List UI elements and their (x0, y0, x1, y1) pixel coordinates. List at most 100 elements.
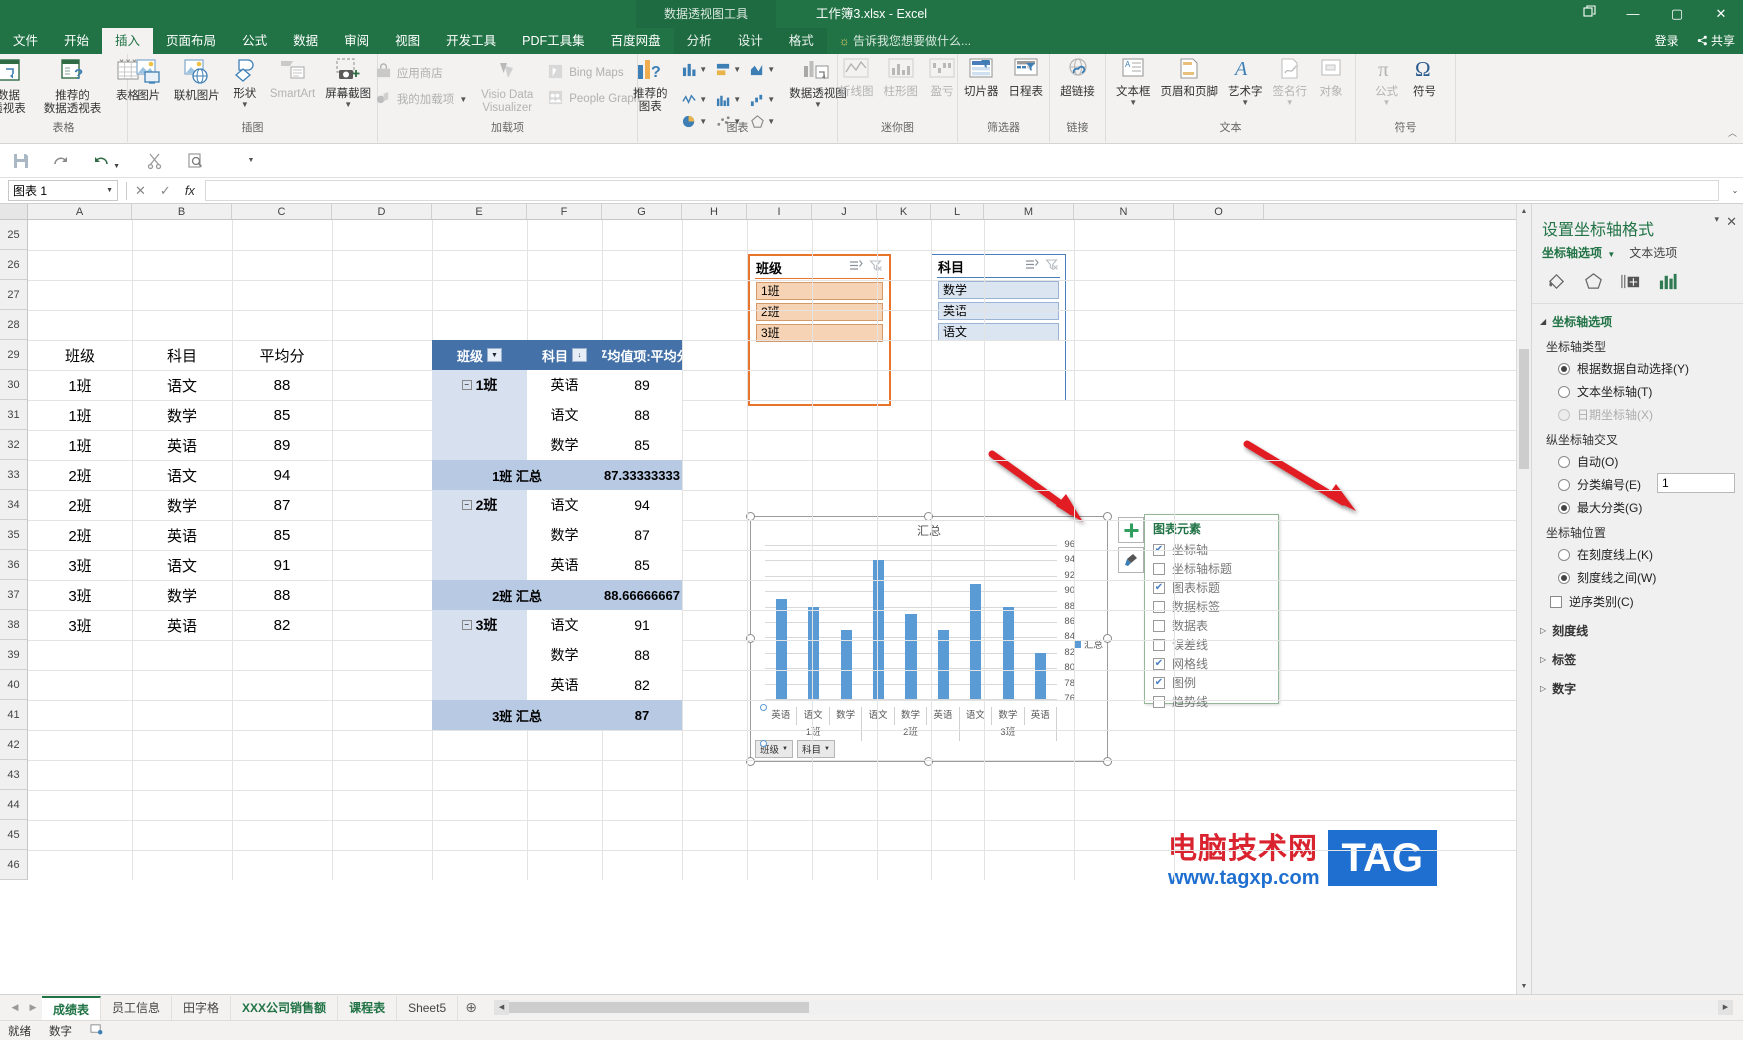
column-header-L[interactable]: L (931, 204, 984, 219)
source-table-cell[interactable]: 1班 (28, 430, 132, 460)
close-button[interactable]: ✕ (1699, 0, 1743, 28)
column-header-H[interactable]: H (682, 204, 747, 219)
pivot-group-cell[interactable] (432, 400, 527, 430)
tab-0[interactable]: 文件 (0, 28, 51, 54)
pivot-value-cell[interactable]: 88 (602, 640, 682, 670)
pivot-total-value[interactable]: 87 (602, 700, 682, 730)
scroll-right-button[interactable]: ▶ (1718, 1000, 1733, 1015)
ribbon-recommended-charts-button[interactable]: ? 推荐的 图表 (623, 54, 677, 113)
undo-icon[interactable]: ▼ (90, 150, 120, 172)
section-header-axis-options[interactable]: ◢ 坐标轴选项 (1532, 304, 1743, 333)
row-header-39[interactable]: 39 (0, 640, 27, 670)
field-button-kemu[interactable]: 科目 ▼ (796, 740, 835, 758)
column-header-A[interactable]: A (28, 204, 132, 219)
column-header-I[interactable]: I (747, 204, 812, 219)
chart-type-column[interactable]: ▼ (677, 54, 711, 84)
share-button[interactable]: 共享 (1697, 28, 1735, 54)
ribbon-my-addins-button[interactable]: 我的加载项 ▼ (369, 86, 473, 112)
pivot-subject-cell[interactable]: 语文 (527, 490, 602, 520)
column-header-C[interactable]: C (232, 204, 332, 219)
tab-5[interactable]: 数据 (280, 28, 331, 54)
source-table-header[interactable]: 班级 (28, 340, 132, 370)
row-header-26[interactable]: 26 (0, 250, 27, 280)
row-header-32[interactable]: 32 (0, 430, 27, 460)
print-preview-icon[interactable] (184, 150, 206, 172)
slicer-item[interactable]: 数学 (938, 281, 1059, 299)
chart-type-line[interactable]: ▼ (677, 84, 711, 114)
chevron-down-icon[interactable]: ▼ (699, 65, 707, 73)
chart-bar[interactable] (1035, 652, 1047, 699)
chart-bar[interactable] (1002, 606, 1014, 699)
expand-collapse-icon[interactable]: − (461, 500, 472, 510)
expand-formula-bar-icon[interactable]: ⌄ (1727, 186, 1743, 195)
source-table-cell[interactable]: 数学 (132, 580, 232, 610)
chevron-down-icon[interactable]: ▼ (344, 100, 352, 108)
pivot-total-value[interactable]: 87.33333333 (602, 460, 682, 490)
scroll-up-button[interactable]: ▲ (1517, 204, 1531, 219)
radio-crosses-maximum-category[interactable]: 最大分类(G) (1532, 496, 1743, 519)
section-header-tick-marks[interactable]: ▷ 刻度线 (1532, 613, 1743, 642)
sheet-tab-3[interactable]: XXX公司销售额 (231, 995, 339, 1020)
source-table-cell[interactable]: 2班 (28, 460, 132, 490)
contextual-tab-1[interactable]: 设计 (725, 28, 776, 54)
radio-between-tick-marks[interactable]: 刻度线之间(W) (1532, 566, 1743, 589)
vertical-scrollbar[interactable]: ▲ ▼ (1516, 204, 1531, 994)
ribbon-equation-button[interactable]: π 公式 ▼ (1368, 54, 1406, 106)
chevron-down-icon[interactable]: ▼ (1607, 250, 1615, 259)
pivot-chart[interactable]: 汇总 96 94 92 90 88 86 84 82 80 78 76 英语 语文 数学 语文 数学 英语 语文… (750, 516, 1108, 762)
row-header-33[interactable]: 33 (0, 460, 27, 490)
slicer-item[interactable]: 2班 (756, 303, 883, 321)
chevron-down-icon[interactable]: ▼ (814, 100, 822, 108)
pivot-subject-cell[interactable]: 语文 (527, 400, 602, 430)
row-header-25[interactable]: 25 (0, 220, 27, 250)
row-header-29[interactable]: 29 (0, 340, 27, 370)
pivot-value-cell[interactable]: 91 (602, 610, 682, 640)
expand-collapse-icon[interactable]: − (461, 620, 472, 630)
fill-icon[interactable] (1546, 271, 1567, 295)
tab-10[interactable]: 百度网盘 (598, 28, 674, 54)
ribbon-shapes-button[interactable]: 形状 ▼ (225, 54, 265, 108)
pivot-subject-cell[interactable]: 英语 (527, 670, 602, 700)
chart-bar[interactable] (873, 560, 885, 699)
ribbon-pivot-table-button[interactable]: 数据透视表 (0, 54, 36, 115)
row-header-31[interactable]: 31 (0, 400, 27, 430)
pivot-total-label[interactable]: 1班 汇总 (432, 460, 602, 490)
pivot-subject-cell[interactable]: 数学 (527, 430, 602, 460)
tab-6[interactable]: 审阅 (331, 28, 382, 54)
column-header-M[interactable]: M (984, 204, 1074, 219)
save-icon[interactable] (10, 150, 32, 172)
slicer-item[interactable]: 1班 (756, 282, 883, 300)
clear-filter-icon[interactable] (869, 259, 883, 275)
effects-icon[interactable] (1583, 271, 1604, 295)
chevron-down-icon[interactable]: ▼ (733, 95, 741, 103)
source-table-cell[interactable]: 88 (232, 580, 332, 610)
radio-date-axis[interactable]: 日期坐标轴(X) (1532, 403, 1743, 426)
row-header-27[interactable]: 27 (0, 280, 27, 310)
slicer-item[interactable]: 语文 (938, 323, 1059, 341)
column-header-E[interactable]: E (432, 204, 527, 219)
source-table-cell[interactable]: 1班 (28, 370, 132, 400)
tab-axis-options[interactable]: 坐标轴选项 ▼ (1542, 244, 1615, 261)
row-header-38[interactable]: 38 (0, 610, 27, 640)
add-sheet-button[interactable]: ⊕ (458, 999, 484, 1016)
chevron-down-icon[interactable]: ▼ (1129, 98, 1137, 106)
size-properties-icon[interactable] (1620, 271, 1641, 295)
restore-window-icon[interactable] (1567, 0, 1611, 28)
chart-type-area[interactable]: ▼ (745, 54, 779, 84)
source-table-cell[interactable]: 2班 (28, 490, 132, 520)
chevron-down-icon[interactable]: ▼ (459, 95, 467, 103)
source-table-cell[interactable]: 87 (232, 490, 332, 520)
cells-area[interactable]: 班级 1班 2班 3班 科目 数学 英语 语文 汇总 96 94 92 90 8… (28, 220, 1531, 889)
chevron-down-icon[interactable]: ▼ (113, 163, 120, 170)
column-header-N[interactable]: N (1074, 204, 1174, 219)
sheet-tab-0[interactable]: 成绩表 (42, 995, 102, 1020)
chart-bar[interactable] (970, 583, 982, 699)
hscrollbar-thumb[interactable] (509, 1002, 810, 1013)
ribbon-visio-visualizer-button[interactable]: Visio Data Visualizer (473, 54, 541, 114)
pivot-value-cell[interactable]: 82 (602, 670, 682, 700)
row-header-30[interactable]: 30 (0, 370, 27, 400)
row-header-43[interactable]: 43 (0, 760, 27, 790)
source-table-cell[interactable]: 85 (232, 400, 332, 430)
column-header-K[interactable]: K (877, 204, 931, 219)
source-table-cell[interactable]: 91 (232, 550, 332, 580)
